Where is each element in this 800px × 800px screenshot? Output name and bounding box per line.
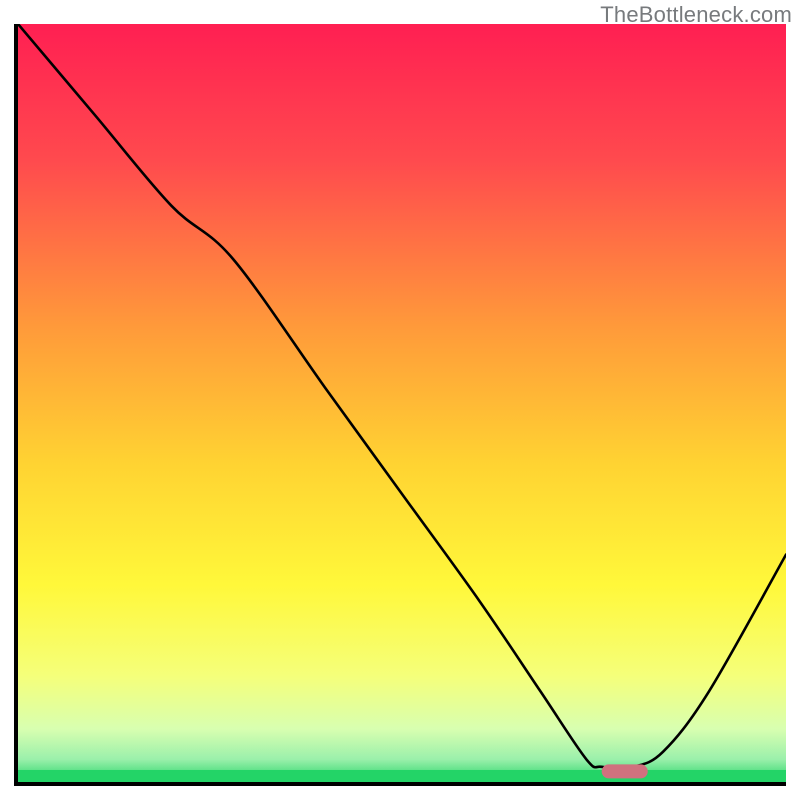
chart-marker bbox=[18, 24, 786, 782]
chart-plot-area bbox=[14, 24, 786, 786]
x-axis-line bbox=[14, 782, 786, 786]
y-axis-line bbox=[14, 24, 18, 786]
